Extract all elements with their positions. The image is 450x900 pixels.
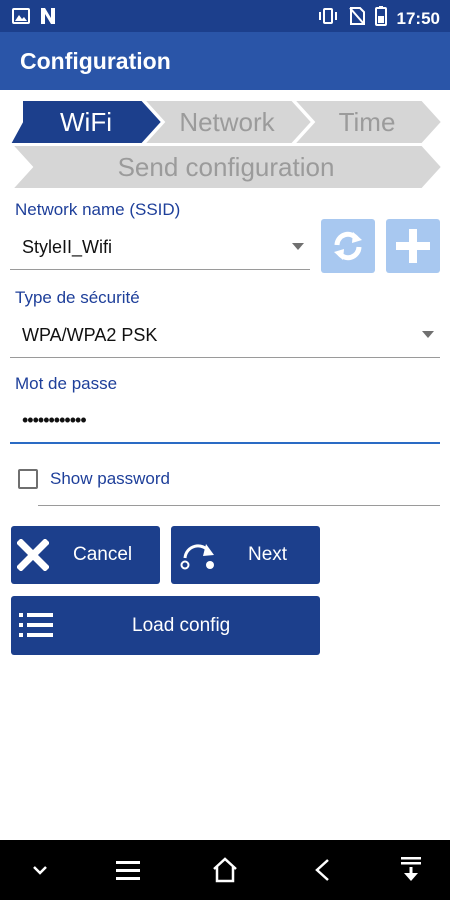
redo-icon [180,544,214,570]
navigation-bar [0,840,450,900]
show-password-label: Show password [50,469,171,488]
show-password-checkbox[interactable]: Show password [14,465,214,495]
step-time[interactable]: Time [292,100,442,144]
close-icon [17,539,49,571]
ssid-dropdown[interactable]: StyleII_Wifi [10,225,310,271]
load-config-button-label: Load config [132,614,231,636]
step-send-configuration-label: Send configuration [117,151,335,182]
next-button-label: Next [248,544,288,565]
step-time-label: Time [338,106,396,137]
ssid-value: StyleII_Wifi [22,237,113,257]
security-dropdown[interactable]: WPA/WPA2 PSK [10,312,440,358]
page-title: Configuration [20,48,171,74]
security-underline [10,357,440,358]
checkbox-box [18,469,38,489]
add-icon [396,229,430,263]
image-icon [12,8,30,29]
status-bar: 17:50 [0,0,450,32]
load-config-button[interactable]: Load config [11,596,320,655]
nav-menu-button[interactable] [112,854,144,886]
app-bar: Configuration [0,32,450,90]
no-sim-icon [348,7,365,30]
add-ssid-button[interactable] [386,219,440,273]
step-send-configuration[interactable]: Send configuration [10,145,442,189]
download-icon [401,857,421,881]
chevron-down-icon [422,331,434,338]
chevron-down-icon [292,243,304,250]
refresh-ssid-button[interactable] [321,219,375,273]
security-value: WPA/WPA2 PSK [22,325,158,345]
password-underline [10,442,440,444]
password-input[interactable]: •••••••••••• [10,400,440,446]
divider [38,505,440,506]
step-wifi[interactable]: WiFi [10,100,162,144]
password-value: •••••••••••• [22,410,87,430]
password-label: Mot de passe [15,374,118,393]
battery-icon [374,6,387,31]
vibrate-icon [317,7,339,30]
status-time: 17:50 [396,8,440,28]
menu-icon [116,861,140,880]
ssid-underline [10,269,310,270]
list-icon [19,613,53,637]
cancel-button[interactable]: Cancel [11,526,160,584]
back-icon [315,859,329,881]
step-network-label: Network [179,106,275,137]
nav-home-button[interactable] [209,854,241,886]
step-wifi-label: WiFi [60,106,112,137]
cancel-button-label: Cancel [73,544,133,565]
home-icon [213,857,237,883]
chevron-down-icon [33,866,47,875]
security-label: Type de sécurité [15,288,140,307]
screen: 17:50 Configuration WiFi Network Time Se… [0,0,450,900]
ssid-label: Network name (SSID) [15,200,181,219]
next-button[interactable]: Next [171,526,320,584]
n-notification-icon [40,7,56,30]
nav-collapse-button[interactable] [24,854,56,886]
nav-back-button[interactable] [306,854,338,886]
nav-notifications-button[interactable] [395,854,427,886]
step-network[interactable]: Network [142,100,312,144]
refresh-icon [334,231,362,261]
